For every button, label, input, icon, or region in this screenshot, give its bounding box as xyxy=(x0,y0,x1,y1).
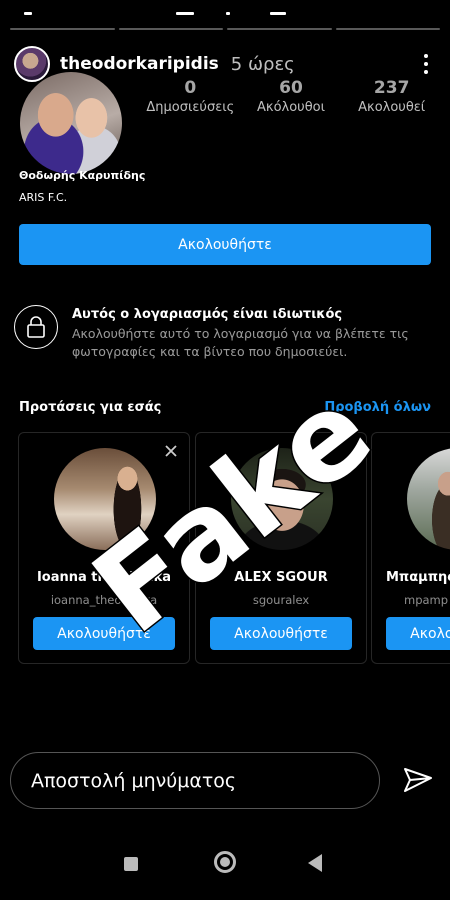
header-avatar[interactable] xyxy=(14,46,50,82)
story-progress-segment xyxy=(335,28,440,30)
suggestion-avatar[interactable] xyxy=(231,448,333,550)
story-progress xyxy=(10,28,440,30)
story-progress-segment xyxy=(10,28,115,30)
story-progress-segment xyxy=(227,28,332,30)
send-icon[interactable] xyxy=(402,764,434,796)
message-input[interactable]: Αποστολή μηνύματος xyxy=(10,752,380,809)
header-username[interactable]: theodorkaripidis xyxy=(60,54,219,74)
close-icon[interactable] xyxy=(163,443,179,459)
header-time: 5 ώρες xyxy=(230,53,295,75)
private-description: Ακολουθήστε αυτό το λογαριασμό για να βλ… xyxy=(72,326,409,359)
status-mark xyxy=(24,12,32,15)
suggestion-card[interactable]: Ioanna theodorika ioanna_theodorika Ακολ… xyxy=(18,432,190,664)
profile-bio: ARIS F.C. xyxy=(19,191,68,204)
recent-apps-icon[interactable] xyxy=(124,857,138,871)
home-icon[interactable] xyxy=(214,851,236,873)
suggestion-card[interactable]: ALEX SGOUR sgouralex Ακολουθήστε xyxy=(195,432,367,664)
status-mark xyxy=(226,12,230,15)
suggestion-handle: ioanna_theodorika xyxy=(50,593,158,607)
stat-following[interactable]: 237 Ακολουθεί xyxy=(341,78,442,115)
stat-value: 60 xyxy=(279,78,303,98)
stat-label: Ακολουθεί xyxy=(358,100,426,115)
suggestion-card[interactable]: Μπαμπης mpamp Ακολουθήστε xyxy=(371,432,450,664)
private-account-notice: Αυτός ο λογαριασμός είναι ιδιωτικός Ακολ… xyxy=(14,305,436,361)
profile-avatar[interactable] xyxy=(20,72,122,174)
stat-posts: 0 Δημοσιεύσεις xyxy=(140,78,241,115)
system-nav-bar xyxy=(0,830,450,900)
lock-icon xyxy=(14,305,58,349)
suggestion-avatar[interactable] xyxy=(54,448,156,550)
suggestions-title: Προτάσεις για εσάς xyxy=(19,400,162,415)
suggestion-follow-button[interactable]: Ακολουθήστε xyxy=(210,617,352,650)
see-all-link[interactable]: Προβολή όλων xyxy=(324,400,431,415)
suggestion-name[interactable]: Ioanna theodorika xyxy=(19,570,189,585)
follow-button[interactable]: Ακολουθήστε xyxy=(19,224,431,265)
stat-value: 0 xyxy=(184,78,197,98)
more-options-icon[interactable] xyxy=(416,52,436,76)
profile-stats: 0 Δημοσιεύσεις 60 Ακόλουθοι 237 Ακολουθε… xyxy=(140,78,442,115)
stat-label: Ακόλουθοι xyxy=(257,100,325,115)
status-bar xyxy=(0,12,450,24)
profile-full-name: Θοδωρής Καρυπίδης xyxy=(19,169,146,182)
private-title: Αυτός ο λογαριασμός είναι ιδιωτικός xyxy=(72,307,343,322)
stat-value: 237 xyxy=(373,78,410,98)
stat-label: Δημοσιεύσεις xyxy=(146,100,235,115)
suggestion-handle: sgouralex xyxy=(252,593,310,607)
status-mark xyxy=(176,12,194,15)
suggestion-follow-button[interactable]: Ακολουθήστε xyxy=(33,617,175,650)
suggestion-name[interactable]: ALEX SGOUR xyxy=(196,570,366,585)
status-mark xyxy=(270,12,286,15)
stat-followers[interactable]: 60 Ακόλουθοι xyxy=(241,78,342,115)
suggestion-handle: mpamp xyxy=(404,593,449,607)
suggestion-follow-button[interactable]: Ακολουθήστε xyxy=(386,617,450,650)
suggestions-header: Προτάσεις για εσάς Προβολή όλων xyxy=(19,400,431,415)
story-progress-segment xyxy=(118,28,223,30)
back-icon[interactable] xyxy=(308,854,322,872)
suggestion-name[interactable]: Μπαμπης xyxy=(386,570,450,585)
suggestion-avatar[interactable] xyxy=(407,448,450,550)
